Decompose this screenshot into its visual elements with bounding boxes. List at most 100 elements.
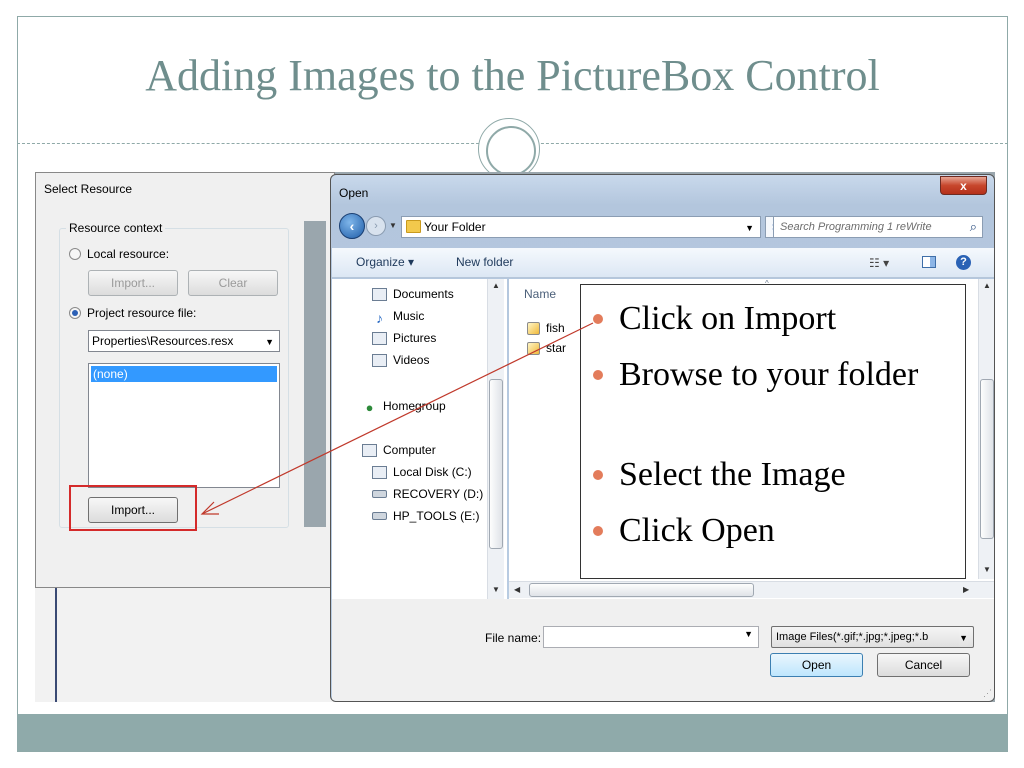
bullet-item: Select the Image	[593, 455, 846, 495]
bullet-dot-icon	[593, 470, 603, 480]
column-header-name[interactable]: Name	[524, 287, 556, 301]
back-arrow-icon[interactable]: ‹	[339, 213, 365, 239]
resource-file-value: Properties\Resources.resx	[92, 334, 234, 348]
radio-button[interactable]	[69, 248, 81, 260]
nav-item-label: Pictures	[393, 331, 437, 345]
new-folder-button[interactable]: New folder	[456, 255, 513, 269]
address-value: Your Folder	[424, 220, 486, 234]
nav-item-hp-tools[interactable]: HP_TOOLS (E:)	[372, 509, 479, 523]
scrollbar-thumb[interactable]	[489, 379, 503, 549]
resource-file-select[interactable]: Properties\Resources.resx ▼	[88, 330, 280, 352]
clear-button[interactable]: Clear	[188, 270, 278, 296]
scroll-down-icon[interactable]: ▼	[492, 585, 500, 594]
chevron-down-icon[interactable]: ▼	[389, 221, 397, 230]
local-import-button[interactable]: Import...	[88, 270, 178, 296]
import-highlight-box	[69, 485, 197, 531]
resource-list[interactable]: (none)	[88, 363, 280, 488]
file-name: star	[546, 341, 567, 355]
nav-item-label: Computer	[383, 443, 436, 457]
list-item[interactable]: (none)	[91, 366, 277, 382]
search-icon[interactable]: ⌕	[970, 217, 977, 237]
dialog-footer: File name: ▼ Image Files(*.gif;*.jpg;*.j…	[332, 599, 994, 701]
dialog-title: Open	[339, 186, 369, 200]
pictures-icon	[372, 331, 387, 345]
close-button[interactable]: x	[940, 176, 987, 195]
view-options-icon[interactable]: ☷ ▾	[869, 256, 889, 270]
open-button[interactable]: Open	[770, 653, 863, 677]
local-disk-icon	[372, 465, 387, 479]
background-divider	[55, 588, 57, 702]
videos-icon	[372, 353, 387, 367]
vertical-scrollbar[interactable]: ▲ ▼	[978, 279, 994, 579]
nav-item-label: Documents	[393, 287, 454, 301]
bullet-text: Click on Import	[619, 300, 837, 337]
file-name-input[interactable]: ▼	[543, 626, 759, 648]
nav-item-label: HP_TOOLS (E:)	[393, 509, 480, 523]
scroll-up-icon[interactable]: ▲	[492, 281, 500, 290]
forward-arrow-icon[interactable]: ›	[366, 216, 386, 236]
scroll-right-icon[interactable]: ▶	[963, 585, 969, 594]
horizontal-scrollbar[interactable]: ◀ ▶	[509, 581, 994, 598]
bullet-dot-icon	[593, 314, 603, 324]
slide-title: Adding Images to the PictureBox Control	[145, 51, 880, 100]
organize-button[interactable]: Organize ▾	[356, 255, 414, 269]
nav-item-homegroup[interactable]: ● Homegroup	[362, 399, 446, 415]
nav-item-label: Videos	[393, 353, 430, 367]
nav-item-label: Local Disk (C:)	[393, 465, 472, 479]
nav-item-local-disk[interactable]: Local Disk (C:)	[372, 465, 472, 479]
group-label: Resource context	[66, 221, 166, 235]
nav-item-label: Homegroup	[383, 399, 446, 413]
nav-item-videos[interactable]: Videos	[372, 353, 429, 367]
nav-item-documents[interactable]: Documents	[372, 287, 454, 301]
bullet-item: Browse to your folder	[593, 355, 933, 395]
preview-pane-icon[interactable]	[922, 256, 936, 268]
background-panel	[304, 221, 326, 527]
title-ring-ornament	[478, 118, 540, 180]
local-resource-radio[interactable]: Local resource:	[69, 247, 169, 261]
file-item-fish[interactable]: fish	[527, 321, 565, 335]
nav-item-label: Music	[393, 309, 425, 323]
documents-icon	[372, 287, 387, 301]
file-type-select[interactable]: Image Files(*.gif;*.jpg;*.jpeg;*.b ▼	[771, 626, 974, 648]
chevron-down-icon[interactable]: ▼	[265, 332, 274, 352]
bullet-item: Click Open	[593, 511, 775, 551]
navigation-pane: Documents ♪ Music Pictures Videos ● Home…	[332, 279, 507, 599]
bullet-text: Select the Image	[619, 456, 846, 493]
nav-item-label: RECOVERY (D:)	[393, 487, 484, 501]
radio-button-selected[interactable]	[69, 307, 81, 319]
address-bar[interactable]: Your Folder ▼	[401, 216, 761, 238]
nav-scrollbar[interactable]: ▲ ▼	[487, 279, 504, 599]
scroll-down-icon[interactable]: ▼	[983, 565, 991, 574]
footer-band	[17, 714, 1008, 751]
bullet-dot-icon	[593, 526, 603, 536]
image-file-icon	[527, 341, 540, 355]
nav-item-music[interactable]: ♪ Music	[372, 309, 425, 326]
file-item-star[interactable]: star	[527, 341, 566, 355]
folder-icon	[406, 220, 421, 233]
scrollbar-thumb[interactable]	[980, 379, 994, 539]
bullet-dot-icon	[593, 370, 603, 380]
nav-item-computer[interactable]: Computer	[362, 443, 436, 457]
scrollbar-thumb[interactable]	[529, 583, 754, 597]
nav-item-recovery[interactable]: RECOVERY (D:)	[372, 487, 483, 501]
background-window	[35, 588, 335, 702]
nav-item-pictures[interactable]: Pictures	[372, 331, 436, 345]
command-bar: Organize ▾ New folder ☷ ▾ ?	[332, 248, 994, 278]
chevron-down-icon[interactable]: ▼	[745, 218, 754, 238]
image-file-icon	[527, 321, 540, 335]
drive-icon	[372, 512, 387, 520]
scroll-up-icon[interactable]: ▲	[983, 281, 991, 290]
help-icon[interactable]: ?	[956, 255, 971, 270]
cancel-button[interactable]: Cancel	[877, 653, 970, 677]
bullet-item: Click on Import	[593, 299, 836, 339]
search-placeholder: Search Programming 1 reWrite	[780, 221, 932, 233]
chevron-down-icon[interactable]: ▼	[744, 629, 753, 639]
search-input[interactable]: Search Programming 1 reWrite ⌕	[773, 216, 983, 238]
project-resource-radio[interactable]: Project resource file:	[69, 306, 196, 320]
scroll-left-icon[interactable]: ◀	[514, 585, 520, 594]
file-type-value: Image Files(*.gif;*.jpg;*.jpeg;*.b	[776, 631, 929, 643]
radio-label: Local resource:	[87, 247, 170, 261]
select-resource-dialog: Select Resource Resource context Local r…	[35, 172, 335, 588]
chevron-down-icon[interactable]: ▼	[959, 628, 968, 647]
resize-grip-icon[interactable]: ⋰	[983, 688, 992, 699]
